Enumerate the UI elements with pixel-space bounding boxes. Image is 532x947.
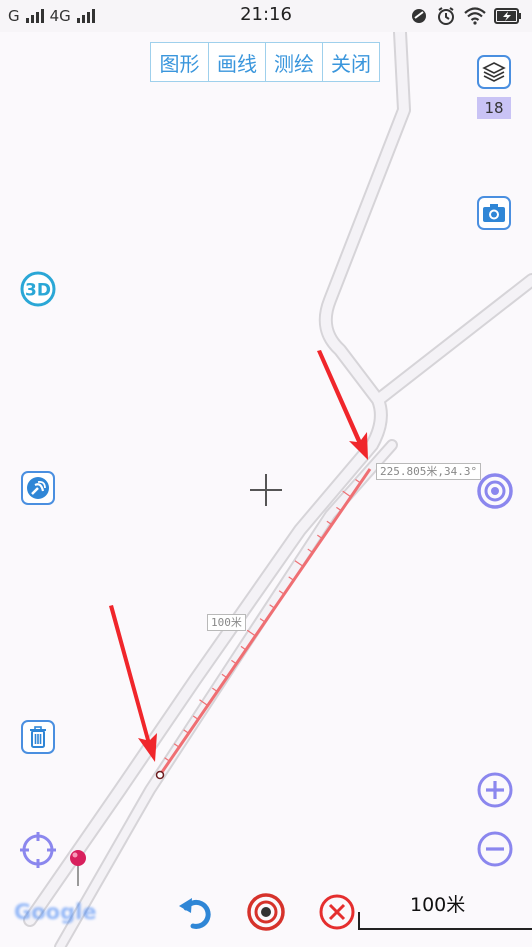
status-bar: G 4G 21:16 (0, 0, 532, 32)
zoom-out-button[interactable] (476, 830, 514, 868)
scale-bar (358, 912, 532, 930)
map-pin-icon (70, 850, 86, 886)
google-text: Google (14, 900, 97, 924)
google-attribution: Google (14, 900, 97, 924)
layers-icon (482, 62, 506, 82)
measure-end-label: 225.805米,34.3° (376, 463, 482, 480)
satellite-icon (27, 477, 49, 499)
battery-charging-icon (494, 8, 521, 24)
3d-toggle-button[interactable]: 3D (19, 270, 57, 308)
camera-icon (483, 204, 505, 222)
annotation-arrows (109, 350, 368, 762)
screenshot-button[interactable] (477, 196, 511, 230)
target-button[interactable] (476, 472, 514, 510)
trash-icon (30, 726, 46, 748)
measure-start-point[interactable] (155, 770, 165, 780)
record-button[interactable] (246, 892, 286, 932)
clear-button[interactable] (318, 893, 356, 931)
satellite-button[interactable] (21, 471, 55, 505)
measure-mid-label: 100米 (207, 614, 246, 631)
toolbar-line-button[interactable]: 画线 (208, 43, 265, 81)
zoom-level-badge: 18 (477, 97, 511, 119)
delete-button[interactable] (21, 720, 55, 754)
alarm-icon (438, 7, 454, 25)
measure-line (155, 468, 372, 780)
status-icons (410, 6, 522, 26)
zoom-in-button[interactable] (476, 771, 514, 809)
locate-me-button[interactable] (18, 830, 58, 870)
undo-button[interactable] (176, 893, 216, 933)
3d-label: 3D (25, 281, 51, 301)
wifi-icon (464, 7, 486, 25)
toolbar-shape-button[interactable]: 图形 (151, 43, 208, 81)
toolbar-measure-button[interactable]: 测绘 (265, 43, 322, 81)
map-center-crosshair-icon (250, 474, 282, 506)
map-screen: G 4G 21:16 225.805米,34.3° 100米 图形 画线 测绘 … (0, 0, 532, 947)
dnd-icon (412, 9, 426, 23)
toolbar-close-button[interactable]: 关闭 (322, 43, 379, 81)
draw-toolbar: 图形 画线 测绘 关闭 (150, 42, 380, 82)
layers-button[interactable] (477, 55, 511, 89)
